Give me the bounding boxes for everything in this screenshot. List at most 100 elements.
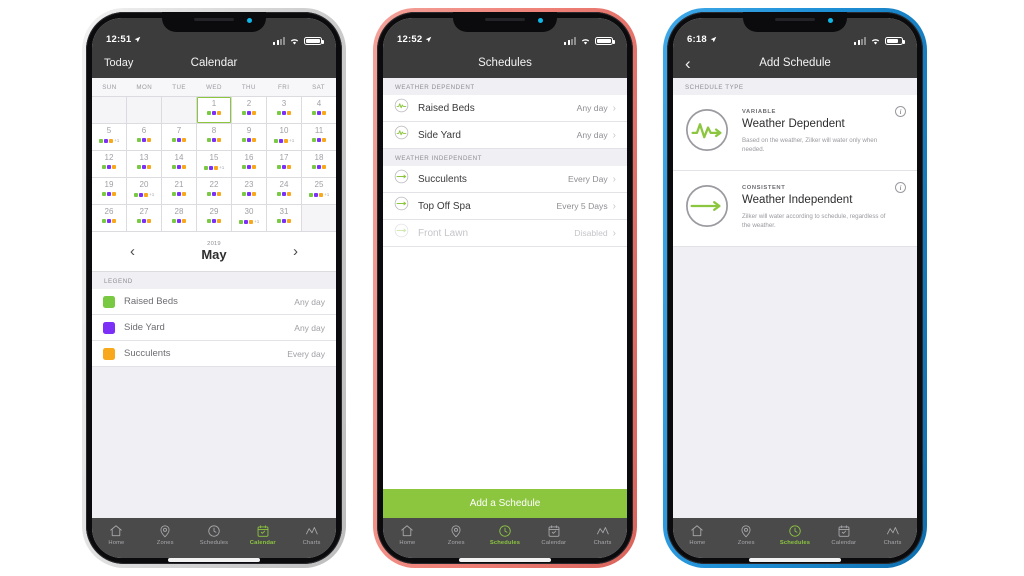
calendar-cell[interactable]: 1 [197, 97, 231, 123]
home-indicator[interactable] [749, 558, 841, 562]
tab-schedules[interactable]: Schedules [190, 524, 239, 546]
calendar-cell[interactable]: 26 [92, 205, 126, 231]
status-time: 12:51 [106, 34, 132, 45]
tab-bar[interactable]: Home Zones Schedules Calendar Charts [92, 518, 336, 558]
calendar-cell[interactable]: 9 [232, 124, 266, 150]
calendar-cell[interactable]: 22 [197, 178, 231, 204]
calendar-cell[interactable]: 14 [162, 151, 196, 177]
home-indicator[interactable] [168, 558, 260, 562]
calendar-cell[interactable]: 4 [302, 97, 336, 123]
tab-calendar[interactable]: Calendar [819, 524, 868, 546]
calendar-cell[interactable]: 20 +1 [127, 178, 161, 204]
calendar-cell[interactable]: 18 [302, 151, 336, 177]
zone-dot [182, 192, 186, 196]
tab-label: Zones [737, 539, 755, 546]
calendar-cell[interactable]: 23 [232, 178, 266, 204]
info-icon[interactable]: i [895, 106, 906, 117]
calendar-cell[interactable]: 2 [232, 97, 266, 123]
more-count: +1 [289, 138, 295, 143]
zone-dot [277, 219, 281, 223]
prev-month-button[interactable]: ‹ [130, 243, 135, 260]
tab-zones[interactable]: Zones [141, 524, 190, 546]
tab-charts[interactable]: Charts [868, 524, 917, 546]
schedule-row[interactable]: Top Off Spa Every 5 Days › [383, 193, 627, 220]
tab-home[interactable]: Home [673, 524, 722, 546]
next-month-button[interactable]: › [293, 243, 298, 260]
tab-home[interactable]: Home [383, 524, 432, 546]
tab-calendar[interactable]: Calendar [529, 524, 578, 546]
tab-zones[interactable]: Zones [722, 524, 771, 546]
home-indicator[interactable] [459, 558, 551, 562]
tab-schedules[interactable]: Schedules [481, 524, 530, 546]
schedule-type-card[interactable]: CONSISTENT Weather Independent Zilker will… [673, 171, 917, 247]
calendar-cell[interactable]: 27 [127, 205, 161, 231]
legend-list: Raised Beds Any day Side Yard Any day Succul… [92, 289, 336, 367]
calendar-cell[interactable]: 17 [267, 151, 301, 177]
tab-label: Schedules [199, 539, 229, 546]
calendar-cell[interactable]: 19 [92, 178, 126, 204]
legend-item[interactable]: Succulents Every day [92, 341, 336, 367]
calendar-cell[interactable]: 24 [267, 178, 301, 204]
tab-bar[interactable]: Home Zones Schedules Calendar Charts [673, 518, 917, 558]
back-button[interactable]: ‹ [685, 55, 691, 72]
calendar-cell[interactable]: 3 [267, 97, 301, 123]
calendar-cell[interactable]: 5 +1 [92, 124, 126, 150]
day-number: 3 [281, 99, 287, 108]
status-right [854, 36, 905, 45]
legend-item[interactable]: Side Yard Any day [92, 315, 336, 341]
tab-charts[interactable]: Charts [578, 524, 627, 546]
calendar-cell[interactable]: 7 [162, 124, 196, 150]
calendar-cell[interactable]: 13 [127, 151, 161, 177]
day-number: 21 [174, 180, 184, 189]
calendar-cell[interactable]: 30 +1 [232, 205, 266, 231]
day-number: 17 [279, 153, 289, 162]
zone-dot [147, 138, 151, 142]
waveform-arrow-circle-icon [684, 107, 742, 158]
tab-label: Calendar [541, 539, 567, 546]
schedule-type-card[interactable]: VARIABLE Weather Dependent Based on the we… [673, 95, 917, 171]
calendar-cell[interactable]: 8 [197, 124, 231, 150]
tab-home[interactable]: Home [92, 524, 141, 546]
calendar-cell[interactable]: 25 +1 [302, 178, 336, 204]
calendar-cell[interactable]: 16 [232, 151, 266, 177]
today-button[interactable]: Today [104, 57, 133, 69]
legend-item[interactable]: Raised Beds Any day [92, 289, 336, 315]
schedule-row[interactable]: Front Lawn Disabled › [383, 220, 627, 247]
day-number: 25 [314, 180, 324, 189]
day-dots [207, 138, 221, 142]
straight-arrow-circle-icon [684, 183, 742, 234]
add-schedule-button[interactable]: Add a Schedule [383, 489, 627, 518]
schedule-row[interactable]: Succulents Every Day › [383, 166, 627, 193]
tab-label: Home [108, 539, 125, 546]
day-dots [102, 165, 116, 169]
calendar-cell[interactable]: 28 [162, 205, 196, 231]
calendar-cell[interactable]: 11 [302, 124, 336, 150]
calendar-cell[interactable]: 10 +1 [267, 124, 301, 150]
calendar-cell[interactable]: 21 [162, 178, 196, 204]
tab-charts[interactable]: Charts [287, 524, 336, 546]
calendar-cell[interactable]: 29 [197, 205, 231, 231]
schedule-name: Raised Beds [418, 102, 475, 114]
calendar-cell[interactable]: 31 [267, 205, 301, 231]
zone-dot [177, 165, 181, 169]
day-dots [172, 192, 186, 196]
zone-dot [182, 219, 186, 223]
clock-icon [498, 524, 512, 538]
schedule-row[interactable]: Raised Beds Any day › [383, 95, 627, 122]
schedule-row[interactable]: Side Yard Any day › [383, 122, 627, 149]
calendar-grid[interactable]: 1 2 3 4 5 +1 6 7 8 9 10 +1 11 12 13 14 15 +1 16 17 18 19 20 +1 2… [92, 97, 336, 232]
legend-header: LEGEND [92, 272, 336, 289]
calendar-cell[interactable]: 15 +1 [197, 151, 231, 177]
chevron-right-icon: › [612, 102, 616, 114]
tab-zones[interactable]: Zones [432, 524, 481, 546]
chevron-right-icon: › [612, 173, 616, 185]
calendar-cell[interactable]: 6 [127, 124, 161, 150]
tab-calendar[interactable]: Calendar [238, 524, 287, 546]
info-icon[interactable]: i [895, 182, 906, 193]
notch [162, 12, 266, 32]
zone-dot [143, 192, 148, 197]
battery-icon [595, 36, 615, 45]
tab-bar[interactable]: Home Zones Schedules Calendar Charts [383, 518, 627, 558]
tab-schedules[interactable]: Schedules [771, 524, 820, 546]
calendar-cell[interactable]: 12 [92, 151, 126, 177]
